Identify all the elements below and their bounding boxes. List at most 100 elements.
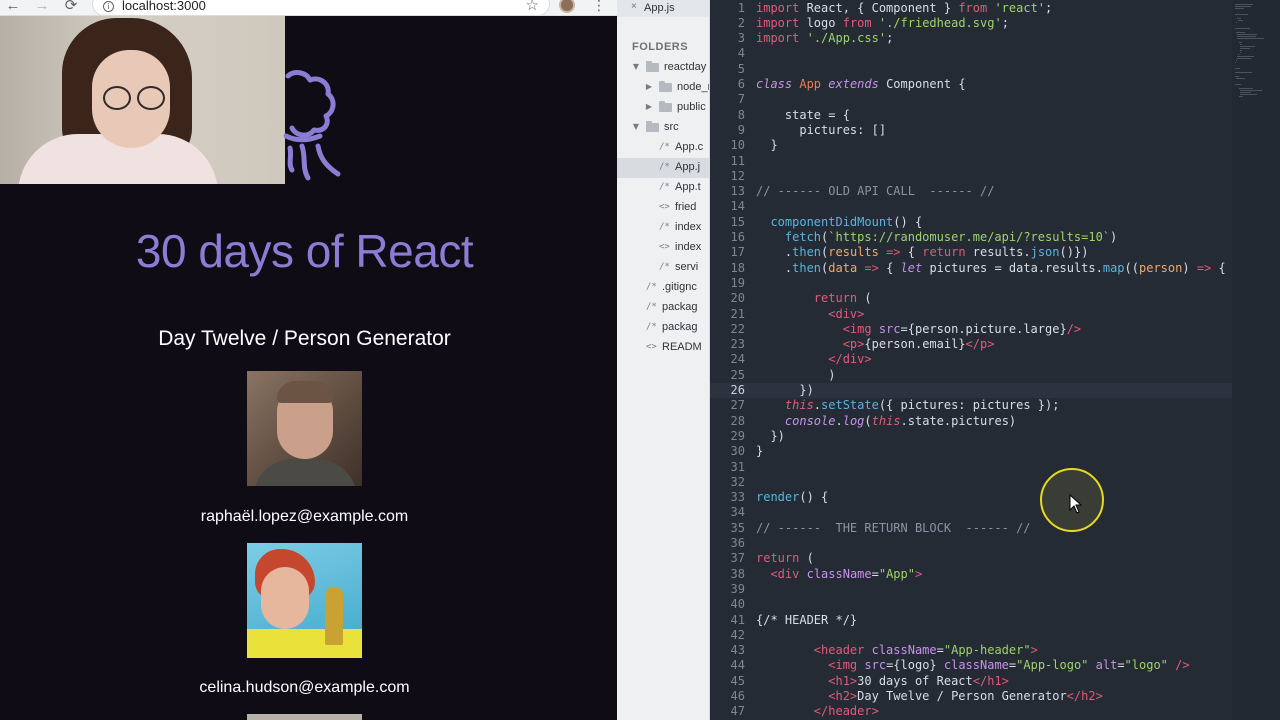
code-line[interactable]: 13 // ------ OLD API CALL ------ //	[710, 184, 1232, 199]
tree-item[interactable]: ▼ reactday	[617, 58, 709, 78]
code-text: fetch(`https://randomuser.me/api/?result…	[756, 230, 1118, 244]
person-email: celina.hudson@example.com	[199, 679, 410, 696]
menu-icon[interactable]: ⋮	[592, 0, 606, 15]
tab-app-js[interactable]: × App.js	[617, 0, 709, 17]
code-text: )	[756, 367, 836, 382]
chevron-down-icon[interactable]: ▼	[631, 62, 641, 71]
code-line[interactable]: 47 </header>	[710, 704, 1232, 719]
code-line[interactable]: 18 .then(data => { let pictures = data.r…	[710, 261, 1232, 276]
code-line[interactable]: 8 state = {	[710, 108, 1232, 123]
code-line[interactable]: 31	[710, 460, 1232, 475]
code-line[interactable]: 30}	[710, 444, 1232, 459]
webcam-overlay	[0, 16, 285, 184]
code-line[interactable]: 9 pictures: []	[710, 123, 1232, 138]
code-line[interactable]: 39	[710, 582, 1232, 597]
line-number: 22	[730, 321, 745, 336]
code-area[interactable]: 1 import React, { Component } from 'react…	[710, 0, 1232, 720]
tree-item[interactable]: <> index	[617, 238, 709, 258]
browser-toolbar: ← → ⟳ i localhost:3000 ☆ ⋮	[0, 0, 617, 16]
forward-icon[interactable]: →	[33, 0, 51, 15]
code-line[interactable]: 12	[710, 169, 1232, 184]
code-line[interactable]: 5	[710, 62, 1232, 77]
app-title: 30 days of React	[135, 225, 474, 277]
code-line[interactable]: 28 console.log(this.state.pictures)	[710, 414, 1232, 429]
line-number: 21	[730, 306, 745, 321]
code-line[interactable]: 44 <img src={logo} className="App-logo" …	[710, 658, 1232, 673]
minimap-line	[1235, 4, 1254, 5]
code-line[interactable]: 25 )	[710, 368, 1232, 383]
chevron-right-icon[interactable]: ▶	[644, 82, 654, 91]
code-line[interactable]: 36	[710, 536, 1232, 551]
code-line[interactable]: 17 .then(results => { return results.jso…	[710, 245, 1232, 260]
url-text[interactable]: localhost:3000	[122, 0, 206, 13]
browser-window: ← → ⟳ i localhost:3000 ☆ ⋮ 30 days of Re…	[0, 0, 617, 720]
code-line[interactable]: 22 <img src={person.picture.large}/>	[710, 322, 1232, 337]
code-line[interactable]: 29 })	[710, 429, 1232, 444]
code-line[interactable]: 15 componentDidMount() {	[710, 215, 1232, 230]
tree-item[interactable]: /* .gitignc	[617, 278, 709, 298]
code-line[interactable]: 26 })	[710, 383, 1232, 399]
chevron-down-icon[interactable]: ▼	[631, 122, 641, 131]
minimap-line	[1235, 28, 1250, 29]
star-icon[interactable]: ☆	[526, 0, 539, 14]
tree-item[interactable]: /* App.t	[617, 178, 709, 198]
code-line[interactable]: 3 import './App.css';	[710, 31, 1232, 46]
code-line[interactable]: 24 </div>	[710, 352, 1232, 367]
back-icon[interactable]: ←	[4, 0, 22, 15]
tree-item[interactable]: /* index	[617, 218, 709, 238]
tree-item[interactable]: /* App.j	[617, 158, 709, 178]
code-line[interactable]: 42	[710, 628, 1232, 643]
tree-item[interactable]: <> fried	[617, 198, 709, 218]
code-line[interactable]: 21 <div>	[710, 307, 1232, 322]
tree-item[interactable]: ▼ src	[617, 118, 709, 138]
profile-icon[interactable]	[559, 0, 575, 13]
code-line[interactable]: 33 render() {	[710, 490, 1232, 505]
tree-item[interactable]: <> READM	[617, 338, 709, 358]
code-line[interactable]: 35 // ------ THE RETURN BLOCK ------ //	[710, 521, 1232, 536]
reload-icon[interactable]: ⟳	[62, 0, 80, 15]
file-icon: <>	[659, 242, 670, 252]
code-text: .then(results => { return results.json()…	[756, 245, 1089, 260]
code-line[interactable]: 4	[710, 46, 1232, 61]
minimap-line	[1235, 68, 1240, 69]
code-line[interactable]: 19	[710, 276, 1232, 291]
code-line[interactable]: 38 <div className="App">	[710, 567, 1232, 582]
line-number: 45	[730, 673, 745, 688]
line-number: 15	[730, 214, 745, 229]
chevron-right-icon[interactable]: ▶	[644, 102, 654, 111]
code-line[interactable]: 2 import logo from './friedhead.svg';	[710, 16, 1232, 31]
tree-item[interactable]: /* packag	[617, 298, 709, 318]
code-line[interactable]: 32	[710, 475, 1232, 490]
code-line[interactable]: 20 return (	[710, 291, 1232, 306]
code-line[interactable]: 7	[710, 92, 1232, 107]
code-line[interactable]: 10 }	[710, 138, 1232, 153]
code-line[interactable]: 37 return (	[710, 551, 1232, 566]
minimap-line	[1235, 60, 1237, 61]
info-icon[interactable]: i	[103, 1, 114, 12]
close-icon[interactable]: ×	[631, 1, 637, 12]
address-bar[interactable]: i localhost:3000 ☆	[92, 0, 550, 16]
tree-item[interactable]: ▶ node_m	[617, 78, 709, 98]
code-line[interactable]: 14	[710, 199, 1232, 214]
code-line[interactable]: 43 <header className="App-header">	[710, 643, 1232, 658]
code-line[interactable]: 16 fetch(`https://randomuser.me/api/?res…	[710, 230, 1232, 245]
code-line[interactable]: 34	[710, 505, 1232, 520]
tree-item[interactable]: /* servi	[617, 258, 709, 278]
minimap-line	[1239, 50, 1243, 51]
code-line[interactable]: 27 this.setState({ pictures: pictures })…	[710, 398, 1232, 413]
code-line[interactable]: 46 <h2>Day Twelve / Person Generator</h2…	[710, 689, 1232, 704]
line-number: 27	[730, 398, 745, 413]
code-line[interactable]: 6 class App extends Component {	[710, 77, 1232, 92]
tree-item[interactable]: /* App.c	[617, 138, 709, 158]
code-line[interactable]: 40	[710, 597, 1232, 612]
tree-item[interactable]: ▶ public	[617, 98, 709, 118]
minimap[interactable]	[1232, 0, 1280, 720]
tree-item[interactable]: /* packag	[617, 318, 709, 338]
code-line[interactable]: 41 {/* HEADER */}	[710, 613, 1232, 628]
code-text: <header className="App-header">	[756, 643, 1038, 658]
code-line[interactable]: 1 import React, { Component } from 'react…	[710, 1, 1232, 16]
line-number: 34	[730, 505, 745, 520]
code-line[interactable]: 11	[710, 154, 1232, 169]
code-line[interactable]: 45 <h1>30 days of React</h1>	[710, 674, 1232, 689]
code-line[interactable]: 23 <p>{person.email}</p>	[710, 337, 1232, 352]
